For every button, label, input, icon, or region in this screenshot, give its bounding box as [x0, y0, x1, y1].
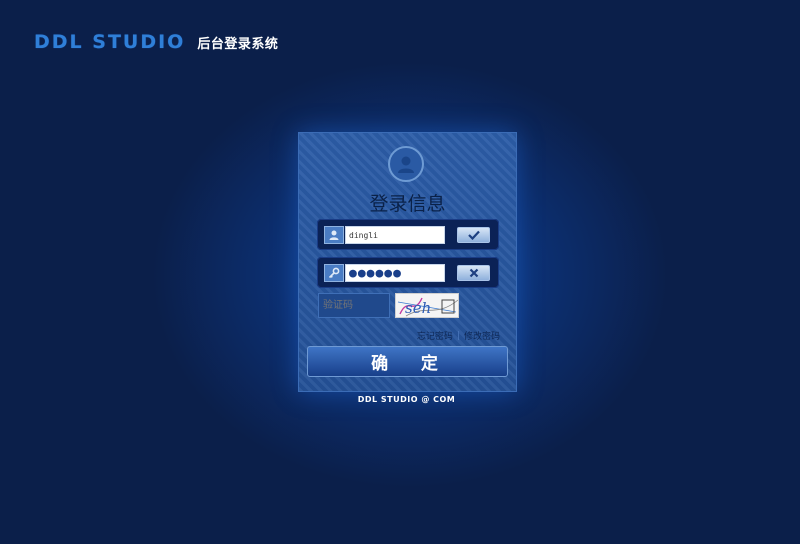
username-confirm-button[interactable]: [457, 227, 490, 243]
check-icon: [467, 230, 480, 240]
captcha-text: seh: [405, 299, 431, 317]
link-separator: |: [456, 330, 460, 341]
user-icon: [324, 226, 344, 244]
x-icon: [469, 268, 478, 278]
password-clear-button[interactable]: [457, 265, 490, 281]
key-icon: [324, 264, 344, 282]
system-title: 后台登录系统: [197, 36, 279, 52]
password-input[interactable]: [345, 264, 445, 282]
panel-title: 登录信息: [369, 193, 446, 215]
captcha-input[interactable]: [318, 293, 390, 318]
captcha-image[interactable]: seh: [395, 293, 459, 318]
account-links: 忘记密码 | 修改密码: [417, 329, 500, 343]
user-silhouette-icon: [398, 156, 414, 173]
forgot-password-link[interactable]: 忘记密码: [417, 329, 453, 342]
user-avatar-icon: [388, 146, 424, 182]
username-input[interactable]: [345, 226, 445, 244]
password-row: [317, 257, 499, 288]
login-panel: 登录信息 dingli ●●●●●● 验证码 seh 忘记密码 | 修改密码 确…: [298, 132, 517, 392]
confirm-button[interactable]: 确 定: [307, 346, 508, 377]
footer-text: DDL STUDIO @ COM: [357, 395, 456, 404]
brand-header: DDL STUDIO 后台登录系统: [34, 30, 278, 54]
username-row: [317, 219, 499, 250]
change-password-link[interactable]: 修改密码: [464, 329, 500, 342]
brand-logo: DDL STUDIO: [34, 31, 186, 53]
